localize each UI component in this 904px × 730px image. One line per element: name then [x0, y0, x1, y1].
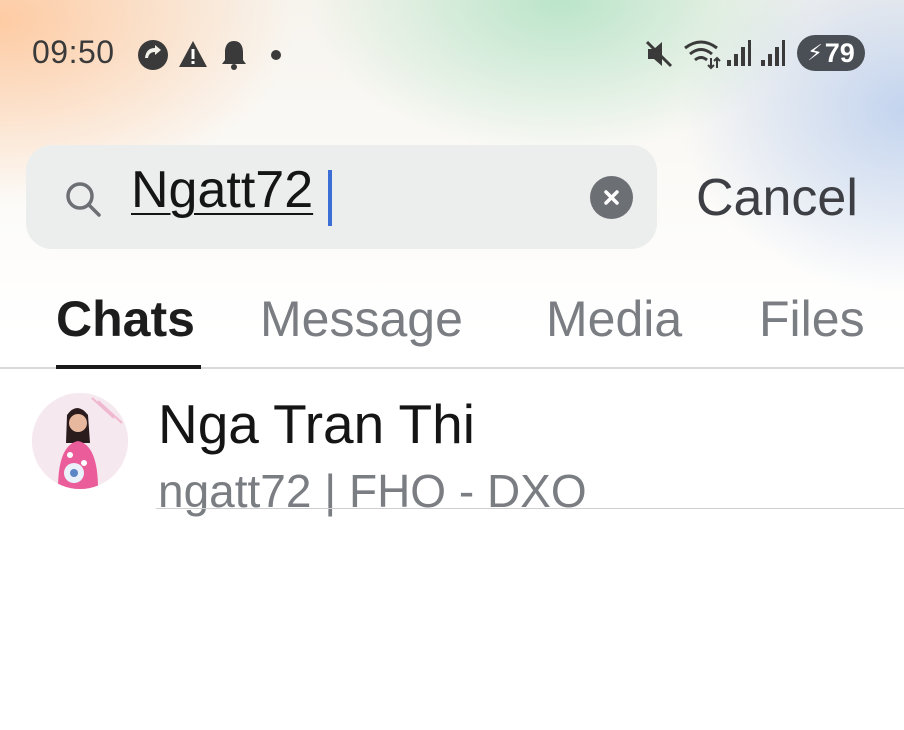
tab-files[interactable]: Files: [759, 290, 865, 348]
dot-icon: [270, 48, 282, 66]
result-subtitle: ngatt72 | FHO - DXO: [158, 465, 587, 517]
avatar: [32, 393, 128, 489]
signal-icon: [726, 38, 752, 73]
signal-icon: [760, 38, 786, 73]
active-tab-indicator: [56, 365, 201, 369]
battery-indicator: ⚡ 79: [797, 35, 865, 71]
search-input[interactable]: Ngatt72: [131, 160, 313, 220]
status-bar: 09:50 ⚡ 79: [0, 0, 904, 100]
status-time: 09:50: [32, 34, 115, 70]
charging-bolt-icon: ⚡: [807, 40, 823, 65]
tab-message[interactable]: Message: [260, 290, 463, 348]
wifi-icon: [683, 38, 721, 75]
cancel-button[interactable]: Cancel: [696, 168, 858, 228]
tab-chats[interactable]: Chats: [56, 290, 195, 348]
search-icon: [62, 178, 104, 225]
tab-media[interactable]: Media: [546, 290, 682, 348]
close-icon: [604, 190, 619, 205]
sync-icon: [136, 38, 170, 77]
result-name: Nga Tran Thi: [158, 393, 475, 455]
row-divider: [156, 508, 904, 509]
clear-search-button[interactable]: [590, 176, 633, 219]
alert-icon: [177, 38, 209, 75]
battery-level: 79: [824, 37, 855, 68]
mute-icon: [644, 38, 674, 75]
search-field[interactable]: [26, 145, 657, 249]
bell-icon: [219, 38, 249, 75]
text-caret: [328, 170, 332, 226]
